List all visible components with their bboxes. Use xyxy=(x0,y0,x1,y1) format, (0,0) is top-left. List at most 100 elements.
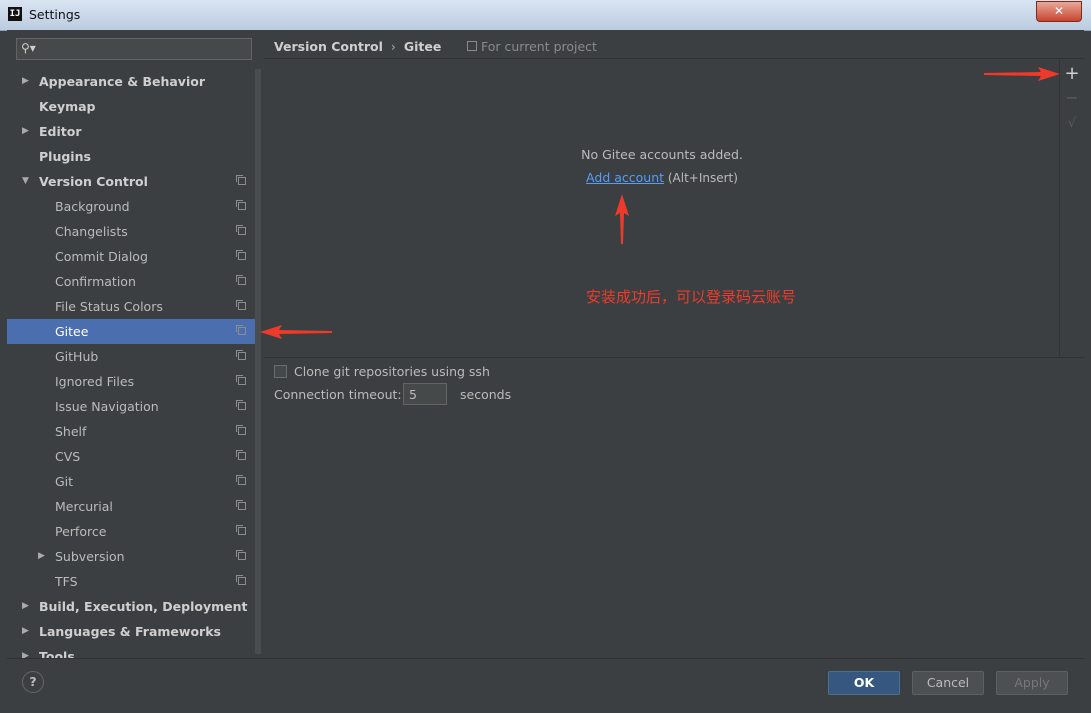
no-accounts-message: No Gitee accounts added. xyxy=(581,147,743,162)
sidebar-item-confirmation[interactable]: Confirmation xyxy=(7,269,255,294)
set-default-account-button[interactable]: √ xyxy=(1060,113,1084,135)
breadcrumb: Version Control › Gitee xyxy=(274,39,441,54)
project-scope-icon xyxy=(467,41,477,51)
add-account-line: Add account (Alt+Insert) xyxy=(264,170,1060,185)
cancel-button[interactable]: Cancel xyxy=(912,671,984,695)
sidebar-item-label: Keymap xyxy=(39,99,96,114)
search-field[interactable]: ⚲▾ xyxy=(16,38,252,60)
timeout-unit: seconds xyxy=(460,387,512,402)
timeout-label: Connection timeout: xyxy=(274,387,402,402)
project-scope-icon xyxy=(236,450,246,460)
project-scope-icon xyxy=(236,325,246,335)
sidebar-scrollbar[interactable] xyxy=(255,69,261,654)
for-project-label: For current project xyxy=(481,39,597,54)
help-icon: ? xyxy=(29,674,37,689)
sidebar-item-label: Commit Dialog xyxy=(55,249,148,264)
settings-tree: ▶ Appearance & Behavior Keymap ▶ Editor Plugi… xyxy=(7,69,255,658)
sidebar-item-commit-dialog[interactable]: Commit Dialog xyxy=(7,244,255,269)
sidebar-item-label: Issue Navigation xyxy=(55,399,159,414)
project-scope-icon xyxy=(236,175,246,185)
sidebar-item-label: Git xyxy=(55,474,74,489)
accounts-panel: No Gitee accounts added. Add account (Al… xyxy=(264,58,1084,358)
clone-ssh-label[interactable]: Clone git repositories using ssh xyxy=(294,362,490,382)
sidebar-item-label: Gitee xyxy=(55,324,89,339)
sidebar-item-github[interactable]: GitHub xyxy=(7,344,255,369)
ok-button[interactable]: OK xyxy=(828,671,900,695)
sidebar-item-tools[interactable]: ▶ Tools xyxy=(7,644,255,658)
collapsed-arrow-icon[interactable]: ▶ xyxy=(22,644,29,658)
sidebar-item-label: CVS xyxy=(55,449,81,464)
sidebar-item-gitee[interactable]: Gitee xyxy=(7,319,255,344)
sidebar-item-appearance-behavior[interactable]: ▶ Appearance & Behavior xyxy=(7,69,255,94)
sidebar-item-shelf[interactable]: Shelf xyxy=(7,419,255,444)
sidebar-item-tfs[interactable]: TFS xyxy=(7,569,255,594)
sidebar-item-build-execution-deployment[interactable]: ▶ Build, Execution, Deployment xyxy=(7,594,255,619)
sidebar-item-label: Build, Execution, Deployment xyxy=(39,599,248,614)
timeout-input[interactable] xyxy=(403,383,447,405)
sidebar-item-label: TFS xyxy=(55,574,78,589)
project-scope-icon xyxy=(236,375,246,385)
collapsed-arrow-icon[interactable]: ▶ xyxy=(22,119,29,144)
sidebar-item-label: Version Control xyxy=(39,174,148,189)
sidebar-item-mercurial[interactable]: Mercurial xyxy=(7,494,255,519)
sidebar-item-plugins[interactable]: Plugins xyxy=(7,144,255,169)
breadcrumb-parent: Version Control xyxy=(274,39,383,54)
sidebar-item-label: File Status Colors xyxy=(55,299,163,314)
sidebar-item-editor[interactable]: ▶ Editor xyxy=(7,119,255,144)
sidebar-item-label: Ignored Files xyxy=(55,374,135,389)
collapsed-arrow-icon[interactable]: ▶ xyxy=(22,594,29,619)
sidebar-item-keymap[interactable]: Keymap xyxy=(7,94,255,119)
sidebar-item-label: GitHub xyxy=(55,349,99,364)
apply-button[interactable]: Apply xyxy=(996,671,1068,695)
settings-sidebar: ⚲▾ ▶ Appearance & Behavior Keymap ▶ Editor Pl… xyxy=(7,30,263,658)
sidebar-item-label: Perforce xyxy=(55,524,107,539)
sidebar-item-background[interactable]: Background xyxy=(7,194,255,219)
collapsed-arrow-icon[interactable]: ▶ xyxy=(22,619,29,644)
project-scope-icon xyxy=(236,275,246,285)
remove-account-button[interactable]: − xyxy=(1060,87,1084,109)
project-scope-icon xyxy=(236,300,246,310)
sidebar-item-label: Appearance & Behavior xyxy=(39,74,205,89)
sidebar-item-version-control[interactable]: ▼ Version Control xyxy=(7,169,255,194)
project-scope-icon xyxy=(236,525,246,535)
project-scope-icon xyxy=(236,475,246,485)
sidebar-item-changelists[interactable]: Changelists xyxy=(7,219,255,244)
add-account-link[interactable]: Add account xyxy=(586,170,664,185)
help-button[interactable]: ? xyxy=(22,671,44,693)
sidebar-item-label: Changelists xyxy=(55,224,128,239)
project-scope-icon xyxy=(236,500,246,510)
project-scope-icon xyxy=(236,425,246,435)
window-close-button[interactable]: ✕ xyxy=(1036,1,1082,22)
sidebar-item-ignored-files[interactable]: Ignored Files xyxy=(7,369,255,394)
sidebar-item-cvs[interactable]: CVS xyxy=(7,444,255,469)
clone-ssh-checkbox[interactable] xyxy=(274,365,287,378)
sidebar-item-label: Mercurial xyxy=(55,499,113,514)
collapsed-arrow-icon[interactable]: ▶ xyxy=(38,544,45,569)
sidebar-item-languages-frameworks[interactable]: ▶ Languages & Frameworks xyxy=(7,619,255,644)
sidebar-item-git[interactable]: Git xyxy=(7,469,255,494)
project-scope-icon xyxy=(236,550,246,560)
for-current-project-note: For current project xyxy=(467,39,597,54)
check-icon: √ xyxy=(1067,116,1077,131)
sidebar-item-perforce[interactable]: Perforce xyxy=(7,519,255,544)
project-scope-icon xyxy=(236,200,246,210)
sidebar-item-issue-navigation[interactable]: Issue Navigation xyxy=(7,394,255,419)
annotation-text: 安装成功后，可以登录码云账号 xyxy=(586,288,797,306)
timeout-row: Connection timeout: seconds xyxy=(274,383,511,407)
sidebar-item-label: Editor xyxy=(39,124,82,139)
expanded-arrow-icon[interactable]: ▼ xyxy=(22,169,29,194)
minus-icon: − xyxy=(1065,88,1079,107)
sidebar-item-label: Languages & Frameworks xyxy=(39,624,221,639)
project-scope-icon xyxy=(236,575,246,585)
dialog-footer: ? OK Cancel Apply xyxy=(7,658,1084,707)
sidebar-item-label: Plugins xyxy=(39,149,91,164)
settings-dialog: ⚲▾ ▶ Appearance & Behavior Keymap ▶ Editor Pl… xyxy=(7,30,1084,706)
sidebar-item-file-status-colors[interactable]: File Status Colors xyxy=(7,294,255,319)
sidebar-item-label: Background xyxy=(55,199,130,214)
project-scope-icon xyxy=(236,250,246,260)
project-scope-icon xyxy=(236,350,246,360)
add-account-pointer-arrow-icon xyxy=(615,194,629,244)
sidebar-item-label: Tools xyxy=(39,649,75,658)
collapsed-arrow-icon[interactable]: ▶ xyxy=(22,69,29,94)
sidebar-item-subversion[interactable]: ▶ Subversion xyxy=(7,544,255,569)
